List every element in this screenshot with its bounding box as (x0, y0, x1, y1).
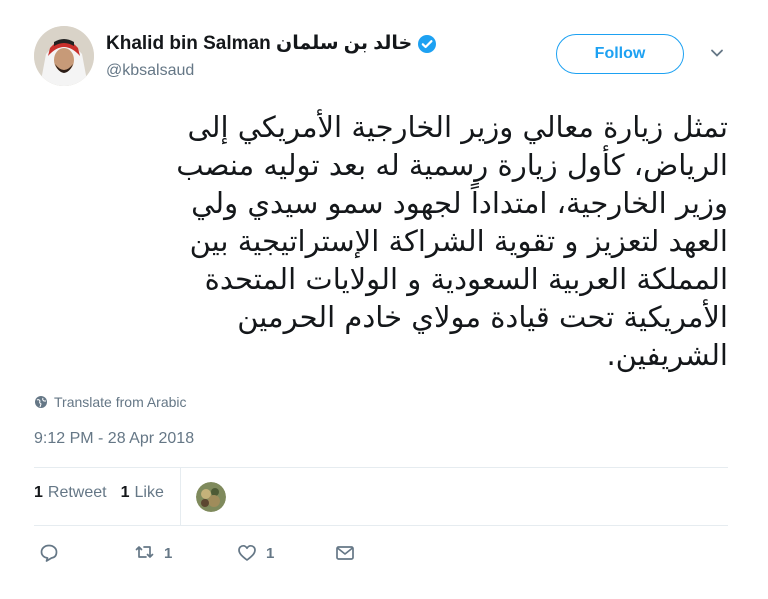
reply-icon (40, 544, 58, 562)
divider-bottom (34, 525, 728, 526)
translate-link[interactable]: Translate from Arabic (34, 394, 187, 410)
avatar-image (34, 26, 94, 86)
globe-icon (35, 396, 47, 408)
author-name-row: Khalid bin Salman خالد بن سلمان (106, 32, 437, 55)
retweets-count: 1 (34, 484, 43, 501)
follow-button[interactable]: Follow (556, 34, 684, 74)
tweet-timestamp[interactable]: 9:12 PM - 28 Apr 2018 (34, 430, 194, 448)
author-handle[interactable]: @kbsalsaud (106, 62, 194, 80)
likes-stat[interactable]: 1 Like (121, 484, 164, 502)
like-button[interactable]: 1 (236, 542, 274, 564)
likes-label: Like (134, 484, 164, 501)
retweets-label: Retweet (47, 484, 107, 501)
stats-separator (180, 467, 181, 525)
tweet-stats: 1 Retweet 1 Like (34, 484, 178, 502)
liker-avatar[interactable] (196, 482, 226, 512)
divider-top (34, 467, 728, 468)
likes-count: 1 (120, 484, 130, 501)
chevron-down-icon[interactable] (708, 44, 726, 62)
author-avatar[interactable] (34, 26, 94, 86)
retweets-stat[interactable]: 1 Retweet (34, 484, 107, 502)
tweet-text: تمثل زيارة معالي وزير الخارجية الأمريكي … (176, 110, 728, 372)
like-count: 1 (266, 544, 275, 562)
translate-label[interactable]: Translate from Arabic (54, 394, 187, 410)
retweet-button[interactable]: 1 (134, 542, 172, 564)
verified-badge-icon (417, 34, 437, 54)
retweet-count: 1 (164, 544, 173, 562)
retweet-icon (135, 546, 154, 558)
author-name[interactable]: Khalid bin Salman خالد بن سلمان (106, 32, 412, 55)
tweet-header: Khalid bin Salman خالد بن سلمان @kbsalsa… (34, 26, 734, 90)
envelope-icon (336, 546, 354, 560)
heart-icon (238, 544, 256, 561)
message-button[interactable] (334, 542, 356, 564)
reply-button[interactable] (38, 542, 68, 564)
